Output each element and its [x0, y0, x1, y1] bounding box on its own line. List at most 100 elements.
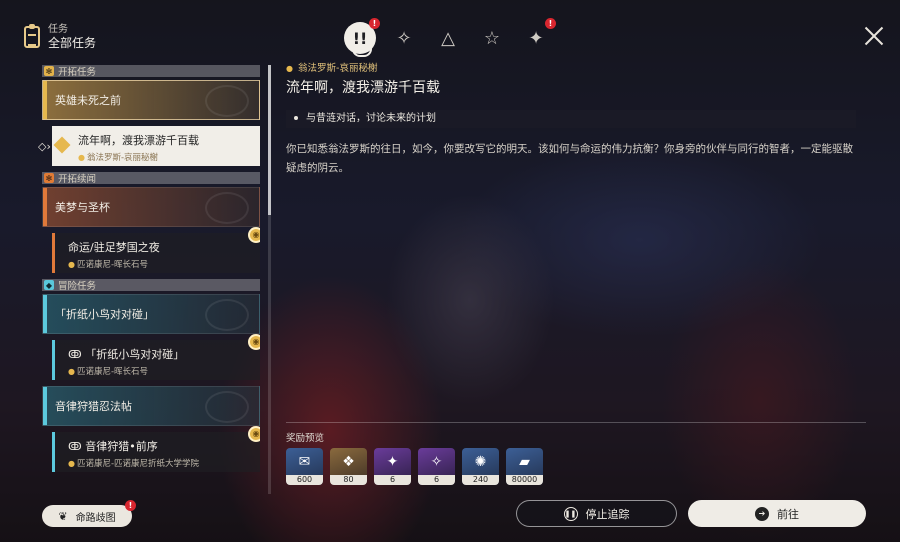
reward-amount: 6 [374, 475, 411, 485]
reward-item[interactable]: ✉ 600 [286, 448, 323, 485]
leaf-icon: ❦ [58, 509, 68, 523]
stop-tracking-label: 停止追踪 [585, 507, 630, 521]
tab-triangle[interactable]: △ [432, 22, 464, 54]
quest-objective: 与昔涟对话，讨论未来的计划 [286, 110, 856, 128]
header-subtitle: 任务 [48, 24, 68, 35]
trailblaze-exp-icon: ✉ [298, 454, 311, 470]
reward-coin-icon: ◉ [248, 227, 260, 243]
reward-item[interactable]: ✦ 6 [374, 448, 411, 485]
triangle-icon: △ [441, 27, 455, 49]
purple-material-icon: ✦ [386, 454, 399, 470]
emblem-watermark-icon [205, 299, 249, 331]
notification-badge: ! [545, 18, 556, 29]
reward-amount: 240 [462, 475, 499, 485]
quest-location: ● 翁法罗斯-哀丽秘榭 [286, 63, 378, 74]
crystal-icon: ❖ [342, 454, 355, 470]
quest-list: ✻ 开拓任务 英雄未死之前 流年啊，渡我漂游千百载 ● 翁法罗斯-哀丽秘榭 ✻ 开… [42, 65, 260, 494]
reward-amount: 80 [330, 475, 367, 485]
trailblaze-section-icon: ✻ [44, 66, 54, 76]
scrollbar-thumb[interactable] [268, 65, 271, 215]
reward-item[interactable]: ▰ 80000 [506, 448, 543, 485]
section-label: 开拓任务 [58, 67, 97, 78]
reward-item[interactable]: ✧ 6 [418, 448, 455, 485]
quest-color-bar [43, 387, 47, 425]
notification-badge: ! [369, 18, 380, 29]
quest-title: 流年啊，渡我漂游千百载 [286, 80, 440, 96]
quest-sub-item[interactable]: 命运/驻足梦国之夜 ● 匹诺康尼-晖长石号 ◉ [52, 227, 260, 273]
map-button-label: 命路歧图 [75, 512, 116, 524]
rewards-list: ✉ 600 ❖ 80 ✦ 6 ✧ 6 ✺ 240 ▰ 80000 [286, 448, 543, 485]
reward-item[interactable]: ❖ 80 [330, 448, 367, 485]
page-header: 任务 全部任务 [24, 24, 96, 50]
shards-material-icon: ✧ [430, 454, 443, 470]
quest-label: 英雄未死之前 [55, 94, 121, 107]
quest-color-bar [43, 188, 47, 226]
emblem-watermark-icon [205, 85, 249, 117]
reward-amount: 600 [286, 475, 323, 485]
quest-color-bar [43, 81, 47, 119]
quest-sub-item-selected[interactable]: 流年啊，渡我漂游千百载 ● 翁法罗斯-哀丽秘榭 [52, 126, 260, 166]
sub-quest-title: ↂ 「折纸小鸟对对碰」 [68, 348, 185, 361]
bullet-icon [294, 116, 298, 120]
compass-star-icon: ✧ [396, 27, 412, 49]
quest-color-bar [52, 432, 55, 472]
quest-category-tabs: !! ! ✧ △ ☆ ✦ ! [344, 18, 556, 57]
reward-item[interactable]: ✺ 240 [462, 448, 499, 485]
quest-item-dream[interactable]: 美梦与圣杯 [42, 187, 260, 227]
swirl-icon: ↂ [68, 440, 86, 453]
clipboard-icon [24, 24, 40, 48]
sub-quest-title: ↂ 音律狩猎•前序 [68, 440, 158, 453]
arrow-right-icon: ➔ [755, 506, 769, 521]
location-pin-icon: ● [68, 367, 75, 376]
tab-diamond[interactable]: ✦ ! [520, 18, 556, 54]
quest-item-heroes[interactable]: 英雄未死之前 [42, 80, 260, 120]
adventure-section-icon: ◆ [44, 280, 54, 290]
sub-quest-location: ● 匹诺康尼-匹诺康尼折纸大学学院 [68, 459, 200, 469]
tab-exclamation[interactable]: !! ! [344, 18, 380, 57]
section-header-trailblaze: ✻ 开拓任务 [42, 65, 260, 78]
map-button[interactable]: ❦ 命路歧图 ! [42, 500, 136, 527]
quest-description: 你已知悉翁法罗斯的往日，如今，你要改写它的明天。该如何与命运的伟力抗衡？你身旁的… [286, 143, 853, 174]
diamond-icon: ✦ [528, 27, 544, 49]
emblem-watermark-icon [205, 391, 249, 423]
blue-fuel-icon: ✺ [474, 454, 487, 470]
quest-sub-item[interactable]: ↂ 音律狩猎•前序 ● 匹诺康尼-匹诺康尼折纸大学学院 ◉ [52, 426, 260, 472]
quest-item-rhythm[interactable]: 音律狩猎忍法帖 [42, 386, 260, 426]
emblem-watermark-icon [205, 192, 249, 224]
section-header-adventure: ◆ 冒险任务 [42, 279, 260, 292]
tab-compass-star[interactable]: ✧ [388, 22, 420, 54]
reward-coin-icon: ◉ [248, 426, 260, 442]
sub-quest-title: 命运/驻足梦国之夜 [68, 241, 160, 254]
continuance-section-icon: ✻ [44, 173, 54, 183]
sub-quest-location: ● 匹诺康尼-晖长石号 [68, 260, 149, 270]
section-label: 开拓续闻 [58, 174, 97, 185]
reward-coin-icon: ◉ [248, 334, 260, 350]
section-header-continuance: ✻ 开拓续闻 [42, 172, 260, 185]
notification-badge: ! [125, 500, 136, 511]
go-button[interactable]: ➔ 前往 [688, 500, 866, 527]
divider [286, 422, 866, 423]
sub-quest-location: ● 翁法罗斯-哀丽秘榭 [78, 153, 159, 163]
pause-icon: ❚❚ [563, 506, 578, 521]
reward-amount: 6 [418, 475, 455, 485]
quest-label: 音律狩猎忍法帖 [55, 400, 132, 413]
stop-tracking-button[interactable]: ❚❚ 停止追踪 [516, 500, 677, 527]
location-pin-icon: ● [78, 153, 85, 162]
credit-icon: ▰ [519, 454, 530, 470]
rewards-title: 奖励预览 [286, 433, 325, 444]
quest-list-scrollbar[interactable] [268, 65, 271, 494]
location-pin-icon: ● [286, 64, 293, 73]
quest-color-bar [52, 340, 55, 380]
tab-star[interactable]: ☆ [476, 22, 508, 54]
star-icon: ☆ [483, 27, 501, 49]
close-icon[interactable] [864, 26, 884, 46]
sub-quest-location: ● 匹诺康尼-晖长石号 [68, 367, 149, 377]
quest-label: 美梦与圣杯 [55, 201, 110, 214]
location-pin-icon: ● [68, 260, 75, 269]
location-pin-icon: ● [68, 459, 75, 468]
section-label: 冒险任务 [58, 281, 97, 292]
quest-color-bar [43, 295, 47, 333]
page-title: 全部任务 [48, 36, 97, 50]
quest-item-origami[interactable]: 「折纸小鸟对对碰」 [42, 294, 260, 334]
quest-sub-item[interactable]: ↂ 「折纸小鸟对对碰」 ● 匹诺康尼-晖长石号 ◉ [52, 334, 260, 380]
